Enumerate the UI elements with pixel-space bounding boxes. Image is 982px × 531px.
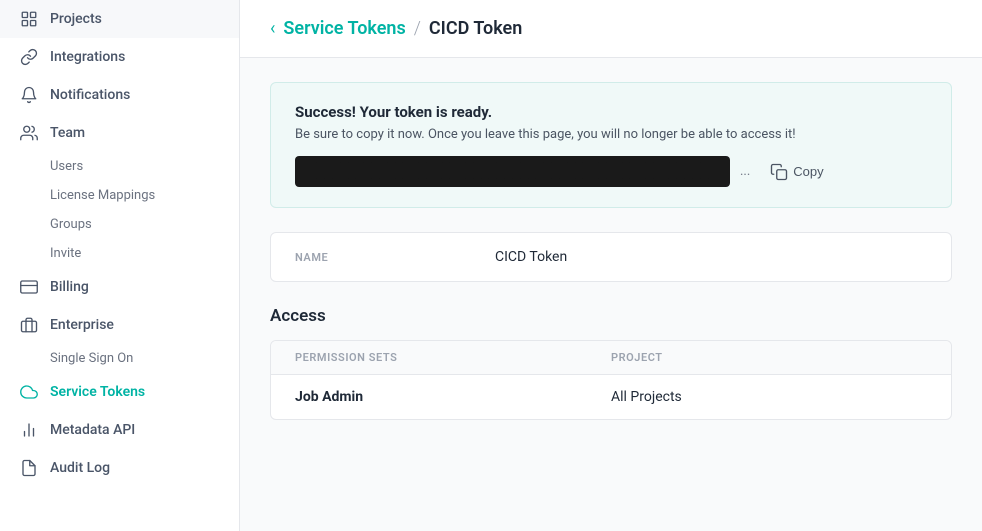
sidebar-item-team[interactable]: Team [0,114,239,152]
link-icon [20,48,38,66]
sidebar-item-metadata-api-label: Metadata API [50,422,135,438]
table-header-row: PERMISSION SETS PROJECT [271,341,951,375]
success-subtitle: Be sure to copy it now. Once you leave t… [295,127,927,142]
sidebar-item-enterprise-label: Enterprise [50,317,114,333]
sidebar-item-projects-label: Projects [50,11,102,27]
grid-icon [20,10,38,28]
sidebar-item-team-label: Team [50,125,85,141]
page-title: CICD Token [429,18,522,39]
page-content: Success! Your token is ready. Be sure to… [240,58,982,531]
access-section-title: Access [270,306,952,326]
breadcrumb-separator: / [414,18,421,39]
sidebar-item-audit-log[interactable]: Audit Log [0,449,239,487]
token-ellipsis: ... [740,164,750,179]
sidebar-item-projects[interactable]: Projects [0,0,239,38]
users-icon [20,124,38,142]
project-cell: All Projects [611,389,927,405]
credit-card-icon [20,278,38,296]
name-value: CICD Token [495,249,567,265]
token-row: ████████████████████████████████████████… [295,156,927,187]
sidebar-sub-users[interactable]: Users [0,152,239,181]
breadcrumb-parent-link[interactable]: Service Tokens [283,18,405,39]
copy-token-button[interactable]: Copy [760,157,833,187]
name-label: NAME [295,251,495,264]
success-banner: Success! Your token is ready. Be sure to… [270,82,952,208]
briefcase-icon [20,316,38,334]
sidebar-item-service-tokens[interactable]: Service Tokens [0,373,239,411]
token-value-box[interactable]: ████████████████████████████████████████… [295,156,730,187]
sidebar-sub-invite[interactable]: Invite [0,239,239,268]
copy-icon [770,163,788,181]
permission-sets-cell: Job Admin [295,389,611,405]
info-section: NAME CICD Token [270,232,952,282]
sidebar-sub-license-mappings[interactable]: License Mappings [0,181,239,210]
cloud-icon [20,383,38,401]
table-row: Job Admin All Projects [271,375,951,419]
file-icon [20,459,38,477]
sidebar: Projects Integrations Notifications Team… [0,0,240,531]
sidebar-item-audit-log-label: Audit Log [50,460,110,476]
sidebar-item-integrations-label: Integrations [50,49,125,65]
sidebar-item-notifications[interactable]: Notifications [0,76,239,114]
sidebar-item-billing-label: Billing [50,279,89,295]
permission-sets-header: PERMISSION SETS [295,351,611,364]
info-name-row: NAME CICD Token [271,233,951,281]
sidebar-item-metadata-api[interactable]: Metadata API [0,411,239,449]
success-title: Success! Your token is ready. [295,103,927,121]
sidebar-item-billing[interactable]: Billing [0,268,239,306]
sidebar-sub-sso[interactable]: Single Sign On [0,344,239,373]
sidebar-item-notifications-label: Notifications [50,87,130,103]
sidebar-sub-groups[interactable]: Groups [0,210,239,239]
main-content: ‹ Service Tokens / CICD Token Success! Y… [240,0,982,531]
sidebar-item-service-tokens-label: Service Tokens [50,384,145,400]
bar-chart-icon [20,421,38,439]
page-header: ‹ Service Tokens / CICD Token [240,0,982,58]
copy-button-label: Copy [793,164,823,179]
bell-icon [20,86,38,104]
sidebar-item-integrations[interactable]: Integrations [0,38,239,76]
sidebar-item-enterprise[interactable]: Enterprise [0,306,239,344]
access-table: PERMISSION SETS PROJECT Job Admin All Pr… [270,340,952,420]
token-hidden-text: ████████████████████████████████████████… [309,164,716,179]
project-header: PROJECT [611,351,927,364]
breadcrumb-back-icon: ‹ [270,18,275,39]
